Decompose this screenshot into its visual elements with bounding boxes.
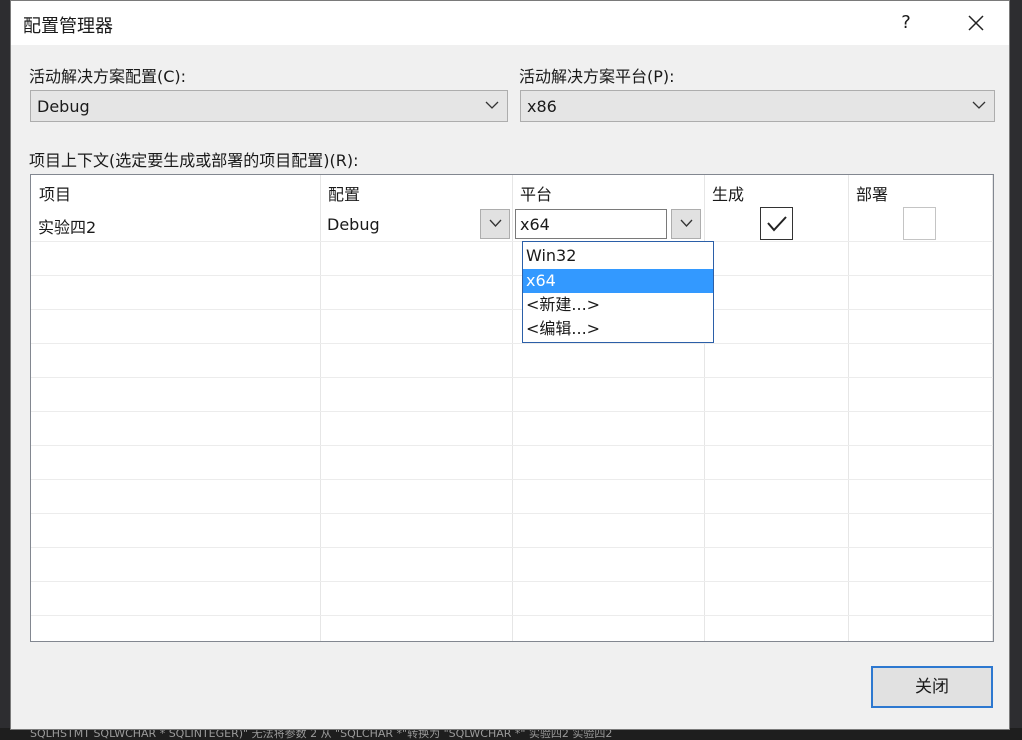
row-divider bbox=[31, 377, 993, 378]
close-window-button[interactable] bbox=[953, 5, 999, 41]
chevron-down-icon bbox=[489, 219, 502, 227]
row-divider bbox=[31, 547, 993, 548]
column-divider bbox=[512, 175, 513, 641]
column-header-config[interactable]: 配置 bbox=[320, 175, 512, 207]
ide-background-right bbox=[1010, 0, 1022, 740]
column-divider bbox=[992, 175, 993, 641]
column-divider bbox=[848, 175, 849, 641]
close-icon bbox=[968, 15, 984, 31]
active-platform-combo[interactable]: x86 bbox=[520, 90, 995, 122]
chevron-down-icon bbox=[680, 219, 693, 227]
deploy-checkbox[interactable] bbox=[903, 207, 936, 240]
checkmark-icon bbox=[767, 216, 787, 232]
row-divider bbox=[31, 581, 993, 582]
chevron-down-icon bbox=[485, 101, 499, 109]
row-divider bbox=[31, 241, 993, 242]
row-divider bbox=[31, 513, 993, 514]
build-checkbox[interactable] bbox=[760, 207, 793, 240]
active-platform-label: 活动解决方案平台(P): bbox=[519, 67, 675, 86]
active-config-label: 活动解决方案配置(C): bbox=[29, 67, 187, 86]
column-header-deploy[interactable]: 部署 bbox=[848, 175, 992, 207]
row-divider bbox=[31, 479, 993, 480]
project-context-label: 项目上下文(选定要生成或部署的项目配置)(R): bbox=[29, 151, 359, 170]
row-divider bbox=[31, 615, 993, 616]
platform-cell-value: x64 bbox=[520, 215, 550, 234]
project-name-cell[interactable]: 实验四2 bbox=[38, 214, 96, 238]
configuration-manager-dialog: 配置管理器 ? 活动解决方案配置(C): Debug 活动解决方案平台(P): … bbox=[10, 0, 1010, 730]
row-divider bbox=[31, 411, 993, 412]
platform-dropdown-list: Win32 x64 <新建...> <编辑...> bbox=[522, 241, 714, 343]
active-platform-value: x86 bbox=[527, 97, 557, 116]
active-config-value: Debug bbox=[37, 97, 90, 116]
chevron-down-icon bbox=[972, 101, 986, 109]
platform-cell-input[interactable]: x64 bbox=[515, 209, 667, 239]
row-divider bbox=[31, 343, 993, 344]
column-header-build[interactable]: 生成 bbox=[704, 175, 848, 207]
row-divider bbox=[31, 275, 993, 276]
platform-option-win32[interactable]: Win32 bbox=[523, 244, 713, 268]
platform-dropdown-button[interactable] bbox=[671, 209, 701, 239]
config-dropdown-button[interactable] bbox=[480, 209, 510, 239]
column-divider bbox=[320, 175, 321, 641]
active-config-combo[interactable]: Debug bbox=[30, 90, 508, 122]
column-header-platform[interactable]: 平台 bbox=[512, 175, 704, 207]
column-header-project[interactable]: 项目 bbox=[31, 175, 320, 207]
row-divider bbox=[31, 445, 993, 446]
platform-option-edit[interactable]: <编辑...> bbox=[523, 317, 713, 341]
project-context-grid: 项目 配置 平台 生成 部署 实验四2 Debug x64 bbox=[30, 174, 994, 642]
platform-option-x64[interactable]: x64 bbox=[523, 269, 713, 293]
row-divider bbox=[31, 309, 993, 310]
close-button[interactable]: 关闭 bbox=[871, 666, 993, 708]
title-bar: 配置管理器 ? bbox=[11, 1, 1009, 45]
help-button[interactable]: ? bbox=[883, 5, 929, 41]
config-cell-value[interactable]: Debug bbox=[327, 215, 380, 234]
dialog-title: 配置管理器 bbox=[23, 16, 113, 37]
platform-option-new[interactable]: <新建...> bbox=[523, 293, 713, 317]
